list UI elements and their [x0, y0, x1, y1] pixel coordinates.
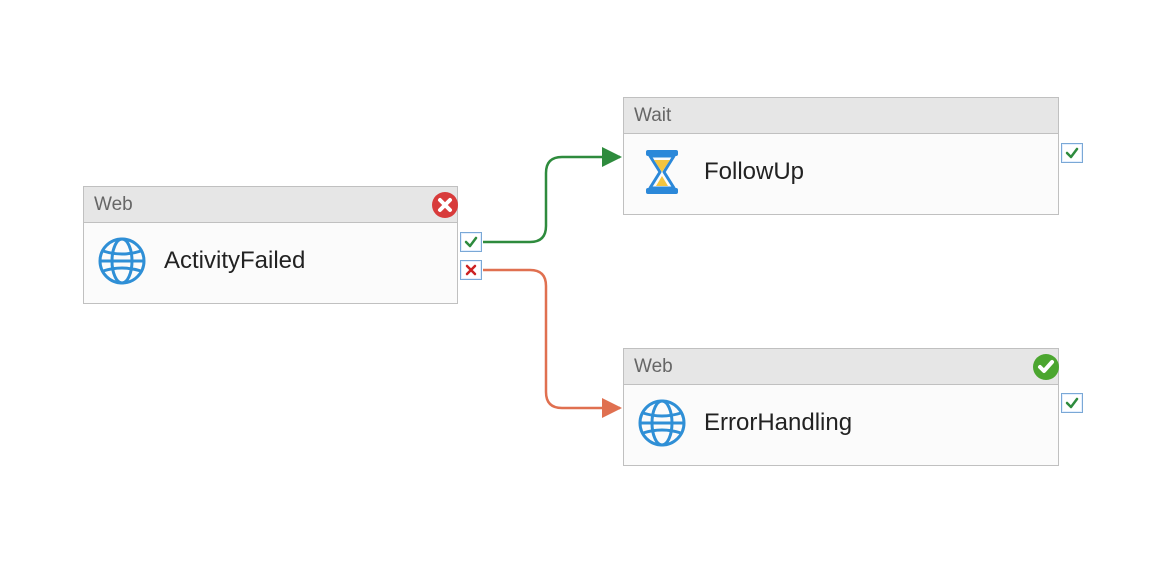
node-header: Web — [624, 349, 1058, 385]
hourglass-icon — [638, 148, 686, 196]
node-title: ActivityFailed — [164, 247, 305, 275]
node-header: Wait — [624, 98, 1058, 134]
port-failure[interactable] — [460, 260, 482, 280]
node-type-label: Wait — [634, 105, 671, 127]
globe-icon — [638, 399, 686, 447]
node-title: ErrorHandling — [704, 409, 852, 437]
node-follow-up[interactable]: Wait FollowUp — [623, 97, 1059, 215]
port-success[interactable] — [460, 232, 482, 252]
node-title: FollowUp — [704, 158, 804, 186]
port-success[interactable] — [1061, 393, 1083, 413]
port-success[interactable] — [1061, 143, 1083, 163]
error-badge-icon — [431, 191, 459, 219]
globe-icon — [98, 237, 146, 285]
node-type-label: Web — [94, 194, 133, 216]
node-error-handling[interactable]: Web ErrorHandling — [623, 348, 1059, 466]
node-body: FollowUp — [624, 134, 1058, 214]
node-header: Web — [84, 187, 457, 223]
node-body: ActivityFailed — [84, 223, 457, 303]
node-type-label: Web — [634, 356, 673, 378]
pipeline-canvas[interactable]: Web ActivityFailed — [0, 0, 1172, 574]
node-body: ErrorHandling — [624, 385, 1058, 465]
node-activity-failed[interactable]: Web ActivityFailed — [83, 186, 458, 304]
success-badge-icon — [1032, 353, 1060, 381]
